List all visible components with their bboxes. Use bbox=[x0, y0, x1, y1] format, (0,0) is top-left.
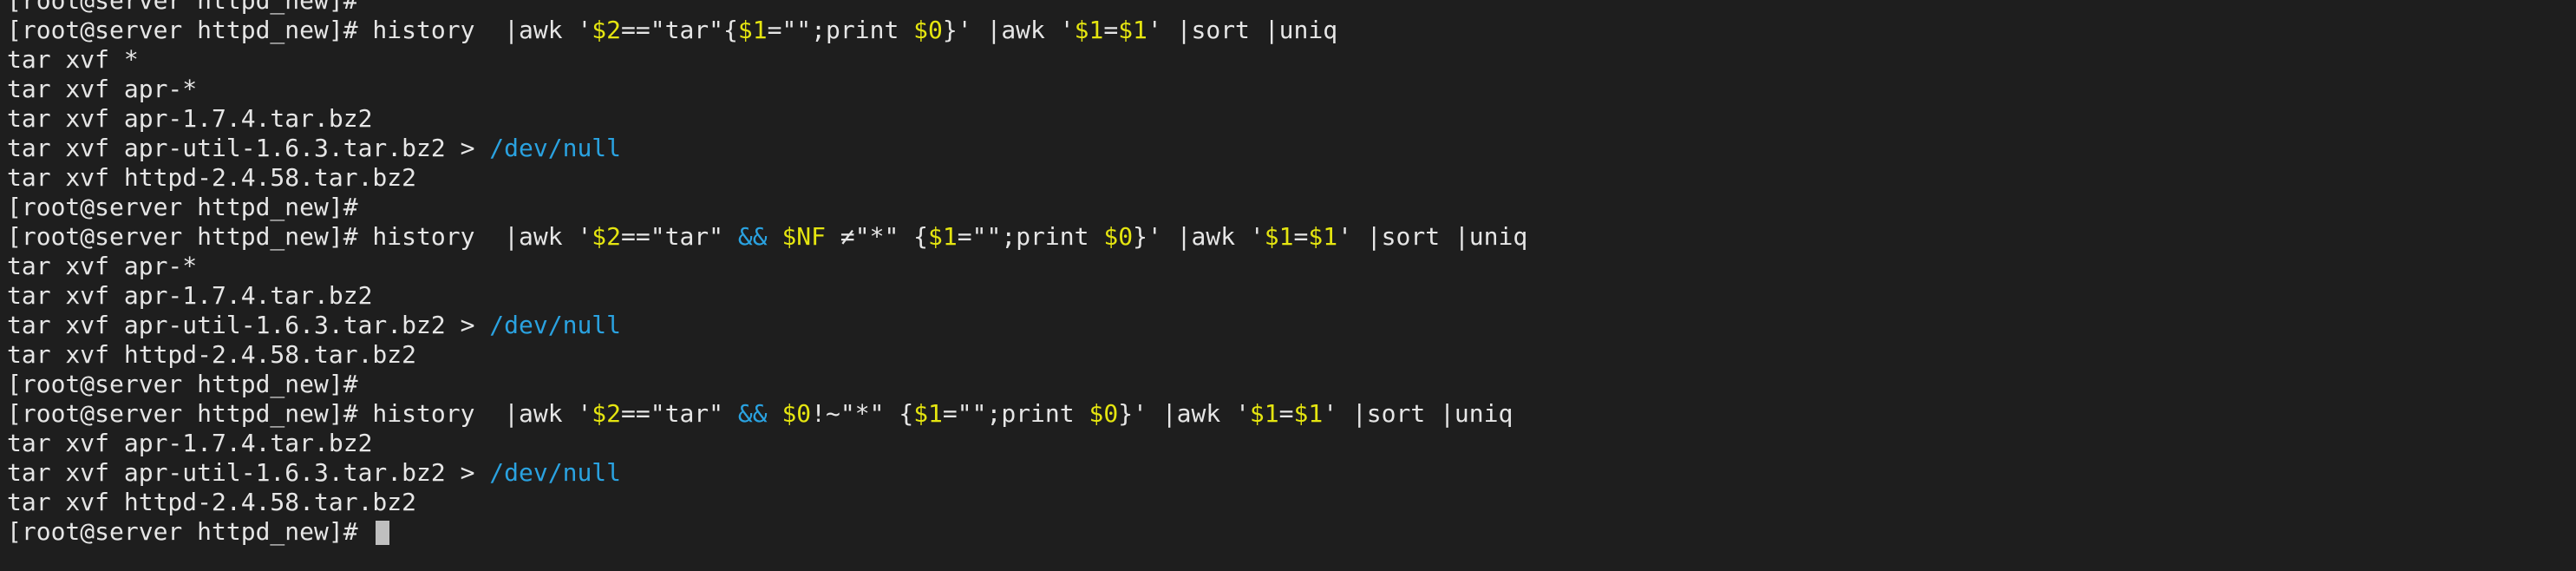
terminal-line-output: tar xvf httpd-2.4.58.tar.bz2 bbox=[7, 488, 1527, 517]
terminal-line-output: tar xvf apr-util-1.6.3.tar.bz2 > /dev/nu… bbox=[7, 311, 1527, 340]
terminal-highlight-yellow: $1 bbox=[1074, 16, 1104, 44]
terminal-text: ' |sort |uniq bbox=[1323, 399, 1514, 428]
terminal-line-output: tar xvf apr-util-1.6.3.tar.bz2 > /dev/nu… bbox=[7, 134, 1527, 163]
text-cursor[interactable] bbox=[376, 521, 390, 545]
terminal-text: [root@server httpd_new]# bbox=[7, 193, 358, 221]
terminal-text: = bbox=[1278, 399, 1294, 428]
terminal-text: tar xvf apr-util-1.6.3.tar.bz2 > bbox=[7, 134, 490, 162]
terminal-text: [root@server httpd_new]# bbox=[7, 0, 358, 15]
terminal-text: tar xvf * bbox=[7, 45, 139, 74]
terminal-text: ≠"*" { bbox=[826, 222, 929, 251]
terminal-highlight-yellow: $2 bbox=[592, 399, 622, 428]
terminal-text: tar xvf apr-* bbox=[7, 75, 198, 103]
terminal-text: tar xvf apr-util-1.6.3.tar.bz2 > bbox=[7, 458, 490, 487]
terminal-highlight-yellow: $0 bbox=[1103, 222, 1134, 251]
terminal-text: tar xvf apr-* bbox=[7, 252, 198, 280]
terminal-line-prompt: [root@server httpd_new]# bbox=[7, 193, 1527, 222]
terminal-line-output: tar xvf * bbox=[7, 45, 1527, 75]
terminal-text: }' |awk ' bbox=[1118, 399, 1250, 428]
terminal-text: [root@server httpd_new]# history |awk ' bbox=[7, 16, 592, 44]
terminal-highlight-blue: && bbox=[737, 399, 768, 428]
terminal-text: !~"*" { bbox=[811, 399, 914, 428]
terminal-text: ' |sort |uniq bbox=[1147, 16, 1338, 44]
terminal-highlight-yellow: $1 bbox=[1308, 222, 1338, 251]
terminal-text: tar xvf apr-1.7.4.tar.bz2 bbox=[7, 429, 373, 457]
terminal-text: [root@server httpd_new]# history |awk ' bbox=[7, 399, 592, 428]
terminal-line-command: [root@server httpd_new]# history |awk '$… bbox=[7, 16, 1527, 45]
terminal-window[interactable]: [root@server httpd_new]# [root@server htt… bbox=[0, 0, 2576, 571]
terminal-text: [root@server httpd_new]# bbox=[7, 370, 358, 398]
terminal-highlight-yellow: $1 bbox=[737, 16, 768, 44]
terminal-line-command: [root@server httpd_new]# history |awk '$… bbox=[7, 399, 1527, 429]
terminal-text: ="";print bbox=[767, 16, 914, 44]
terminal-line-output: tar xvf apr-* bbox=[7, 252, 1527, 281]
terminal-text: tar xvf apr-1.7.4.tar.bz2 bbox=[7, 281, 373, 310]
terminal-output: [root@server httpd_new]# [root@server htt… bbox=[7, 0, 1527, 547]
terminal-highlight-yellow: $1 bbox=[928, 222, 958, 251]
terminal-text: }' |awk ' bbox=[942, 16, 1075, 44]
terminal-line-output: tar xvf apr-1.7.4.tar.bz2 bbox=[7, 429, 1527, 458]
terminal-line-output: tar xvf httpd-2.4.58.tar.bz2 bbox=[7, 163, 1527, 193]
terminal-text: tar xvf httpd-2.4.58.tar.bz2 bbox=[7, 488, 417, 516]
terminal-text: }' |awk ' bbox=[1133, 222, 1265, 251]
terminal-text: ' |sort |uniq bbox=[1337, 222, 1528, 251]
terminal-highlight-yellow: $2 bbox=[592, 16, 622, 44]
terminal-highlight-yellow: $1 bbox=[1264, 222, 1294, 251]
terminal-highlight-yellow: $1 bbox=[913, 399, 943, 428]
terminal-line-prompt: [root@server httpd_new]# bbox=[7, 0, 1527, 16]
terminal-line-output: tar xvf apr-1.7.4.tar.bz2 bbox=[7, 104, 1527, 134]
terminal-line-prompt-active: [root@server httpd_new]# bbox=[7, 517, 1527, 547]
terminal-highlight-yellow: $2 bbox=[592, 222, 622, 251]
terminal-highlight-yellow: $1 bbox=[1118, 16, 1147, 44]
terminal-line-output: tar xvf apr-util-1.6.3.tar.bz2 > /dev/nu… bbox=[7, 458, 1527, 488]
terminal-highlight-blue: /dev/null bbox=[489, 458, 622, 487]
terminal-text: [root@server httpd_new]# bbox=[7, 517, 373, 546]
terminal-line-output: tar xvf httpd-2.4.58.tar.bz2 bbox=[7, 340, 1527, 370]
terminal-text: = bbox=[1293, 222, 1309, 251]
terminal-text: tar xvf httpd-2.4.58.tar.bz2 bbox=[7, 340, 417, 369]
terminal-highlight-blue: /dev/null bbox=[489, 134, 622, 162]
terminal-text: =="tar" bbox=[621, 399, 738, 428]
terminal-highlight-yellow: $0 bbox=[913, 16, 943, 44]
terminal-text: ="";print bbox=[957, 222, 1104, 251]
terminal-text: tar xvf httpd-2.4.58.tar.bz2 bbox=[7, 163, 417, 192]
terminal-line-output: tar xvf apr-1.7.4.tar.bz2 bbox=[7, 281, 1527, 311]
terminal-text: = bbox=[1103, 16, 1119, 44]
terminal-highlight-yellow: $NF bbox=[781, 222, 827, 251]
terminal-highlight-yellow: $1 bbox=[1293, 399, 1324, 428]
terminal-text: ="";print bbox=[942, 399, 1089, 428]
terminal-highlight-yellow: $0 bbox=[781, 399, 812, 428]
terminal-highlight-blue: /dev/null bbox=[489, 311, 622, 339]
terminal-line-prompt: [root@server httpd_new]# bbox=[7, 370, 1527, 399]
terminal-line-command: [root@server httpd_new]# history |awk '$… bbox=[7, 222, 1527, 252]
terminal-text: [root@server httpd_new]# history |awk ' bbox=[7, 222, 592, 251]
terminal-highlight-blue: && bbox=[737, 222, 768, 251]
terminal-text: =="tar" bbox=[621, 222, 738, 251]
terminal-text: =="tar"{ bbox=[621, 16, 738, 44]
terminal-line-output: tar xvf apr-* bbox=[7, 75, 1527, 104]
terminal-highlight-yellow: $1 bbox=[1249, 399, 1279, 428]
terminal-highlight-yellow: $0 bbox=[1089, 399, 1119, 428]
terminal-text: tar xvf apr-util-1.6.3.tar.bz2 > bbox=[7, 311, 490, 339]
terminal-text: tar xvf apr-1.7.4.tar.bz2 bbox=[7, 104, 373, 133]
